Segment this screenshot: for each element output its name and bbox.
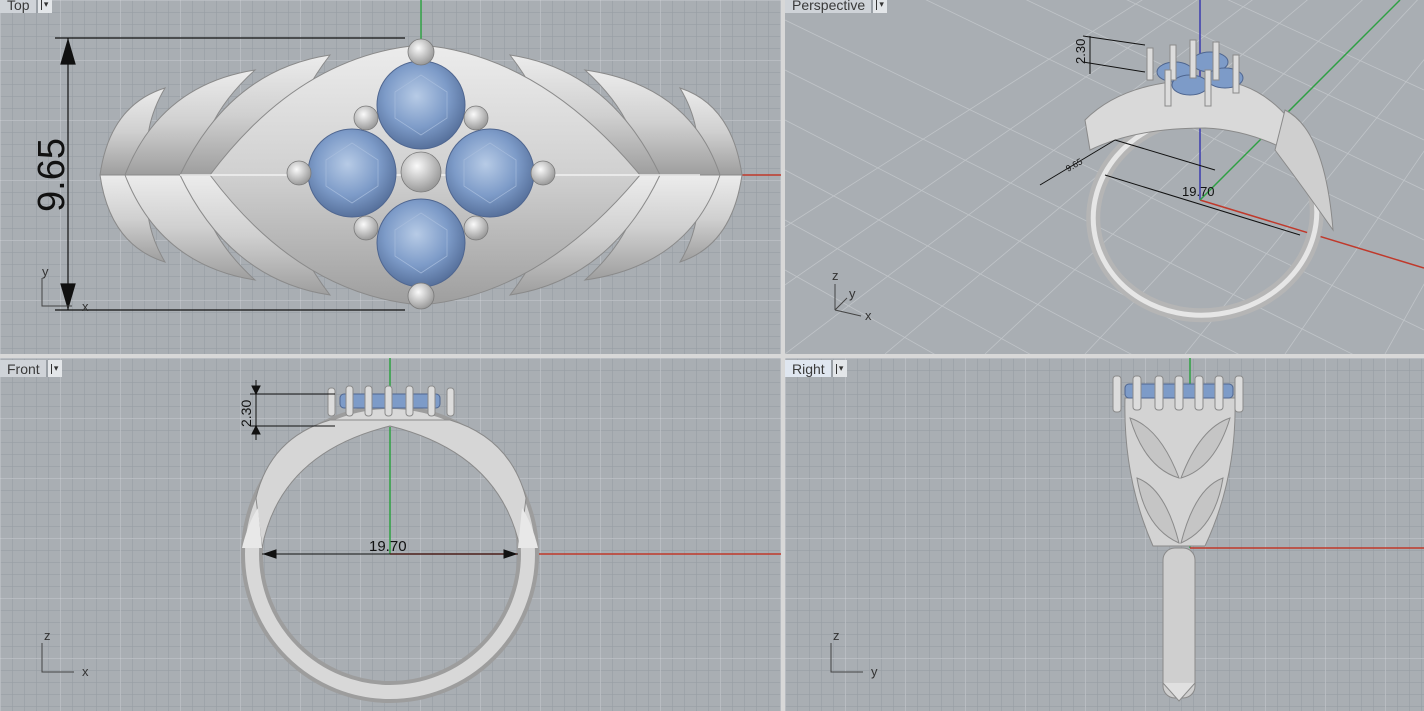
viewport-label[interactable]: Right <box>785 360 832 377</box>
viewport-title-right[interactable]: Right ▾ <box>785 360 847 377</box>
viewport-right[interactable]: Right ▾ z y <box>785 358 1424 711</box>
axis-z-label: z <box>44 628 51 643</box>
viewport-title-front[interactable]: Front ▾ <box>0 360 62 377</box>
viewport-front[interactable]: Front ▾ 2.30 19.70 z x <box>0 358 781 711</box>
perspective-view-canvas: 2.30 9.65 19.70 z y x <box>785 0 1424 354</box>
dimension-diameter-label: 19.70 <box>1182 184 1215 199</box>
chevron-down-icon[interactable]: ▾ <box>872 0 888 13</box>
axis-x-label: x <box>82 299 89 314</box>
viewport-label[interactable]: Top <box>0 0 37 13</box>
axis-gizmo-icon <box>41 643 74 673</box>
axis-gizmo-icon <box>830 643 863 673</box>
chevron-down-icon[interactable]: ▾ <box>46 360 62 377</box>
axis-y-label: y <box>42 264 49 279</box>
viewport-title-top[interactable]: Top ▾ <box>0 0 52 13</box>
viewport-top[interactable]: Top ▾ 9.65 y x <box>0 0 781 354</box>
axis-z-label: z <box>833 628 840 643</box>
axis-x-label: x <box>865 308 872 323</box>
viewport-perspective[interactable]: Perspective ▾ 2.30 9.65 19.70 z y x <box>785 0 1424 354</box>
front-view-canvas: 2.30 19.70 z x <box>41 358 781 703</box>
dimension-height-label: 2.30 <box>1073 39 1088 64</box>
right-view-canvas: z y <box>830 358 1424 702</box>
ring-right <box>1112 375 1244 702</box>
gem-right <box>445 128 535 218</box>
axis-z-label: z <box>832 268 839 283</box>
axis-y-label: y <box>871 664 878 679</box>
gem-left <box>307 128 397 218</box>
dimension-height-label: 2.30 <box>238 400 254 427</box>
viewport-title-perspective[interactable]: Perspective ▾ <box>785 0 888 13</box>
gem-bottom <box>376 198 466 288</box>
axis-y-label: y <box>849 286 856 301</box>
chevron-down-icon[interactable]: ▾ <box>831 360 847 377</box>
dimension-label: 9.65 <box>31 138 73 212</box>
top-view-canvas: 9.65 y x <box>31 0 781 314</box>
dimension-diameter-label: 19.70 <box>369 538 407 555</box>
gem-top <box>376 60 466 150</box>
chevron-down-icon[interactable]: ▾ <box>36 0 52 13</box>
viewport-label[interactable]: Perspective <box>785 0 873 13</box>
dimension-small-label: 9.65 <box>1064 156 1084 173</box>
viewport-label[interactable]: Front <box>0 360 47 377</box>
axis-x-label: x <box>82 664 89 679</box>
